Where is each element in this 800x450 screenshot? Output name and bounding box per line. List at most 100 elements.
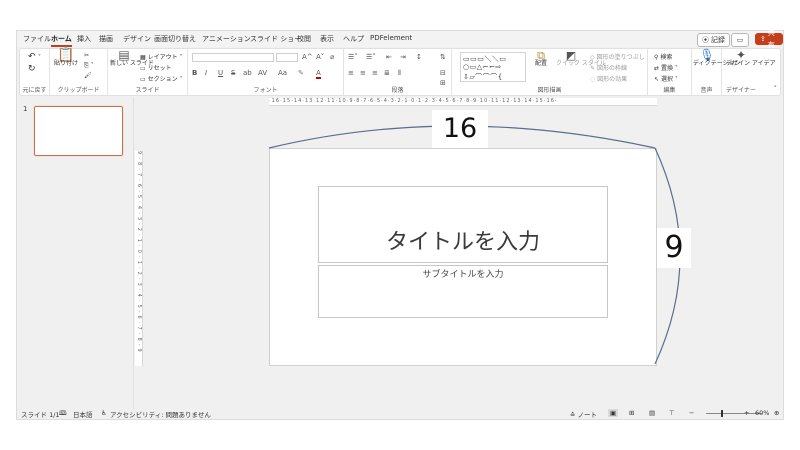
highlight-icon[interactable]: ✎ bbox=[298, 69, 304, 77]
tab-transitions[interactable]: 画面切り替え bbox=[154, 34, 196, 44]
subtitle-placeholder[interactable]: サブタイトルを入力 bbox=[318, 265, 608, 318]
font-color-button[interactable]: A bbox=[316, 69, 321, 79]
powerpoint-window: ファイル ホーム 挿入 描画 デザイン 画面切り替え アニメーション スライド … bbox=[16, 29, 784, 420]
char-spacing-button[interactable]: AV bbox=[258, 69, 267, 77]
share-button[interactable]: ⇪ 共有 bbox=[755, 29, 783, 49]
clipboard-group-label: クリップボード bbox=[57, 87, 100, 94]
shadow-button[interactable]: ab bbox=[243, 69, 252, 77]
quick-styles-icon: ◩ bbox=[565, 49, 577, 62]
tab-review[interactable]: 校閲 bbox=[297, 34, 311, 44]
justify-icon[interactable]: ≣ bbox=[384, 69, 390, 77]
zoom-slider-thumb[interactable] bbox=[721, 410, 723, 417]
text-direction-icon[interactable]: ⇅ bbox=[440, 53, 446, 61]
strikethrough-button[interactable]: S bbox=[231, 69, 235, 77]
find-button[interactable]: ⚲ 検索 bbox=[654, 52, 672, 61]
font-size-input[interactable] bbox=[276, 53, 298, 62]
quick-styles-button[interactable]: ◩ クイック スタイル bbox=[556, 49, 606, 67]
copy-icon[interactable]: ⎘ ˅ bbox=[84, 62, 94, 70]
zoom-out-icon[interactable]: − bbox=[689, 409, 694, 417]
section-button[interactable]: ▭ セクション ˅ bbox=[140, 74, 183, 83]
font-grow-button[interactable]: A^ bbox=[302, 53, 313, 61]
bullets-icon[interactable]: ☰˅ bbox=[348, 53, 358, 61]
normal-view-icon[interactable]: ▣ bbox=[608, 409, 619, 417]
line-spacing-icon[interactable]: ↕ bbox=[416, 53, 422, 61]
shapes-gallery[interactable]: ▭▭▭＼＼▭ ○▭△⌐⌐⇨ ⇩▱⌒⌒⌒{ bbox=[460, 52, 526, 82]
reset-button[interactable]: ▭ リセット bbox=[140, 63, 172, 72]
undo-icon[interactable]: ↶ bbox=[28, 52, 36, 62]
zoom-slider[interactable] bbox=[706, 413, 762, 414]
align-text-icon[interactable]: ⊟ bbox=[440, 69, 446, 77]
tab-draw[interactable]: 描画 bbox=[99, 34, 113, 44]
increase-indent-icon[interactable]: ⇥ bbox=[400, 53, 406, 61]
language-indicator[interactable]: 日本語 bbox=[73, 409, 93, 419]
comments-button[interactable]: ▭ bbox=[731, 33, 749, 47]
font-group-label: フォント bbox=[253, 87, 278, 94]
columns-icon[interactable]: ⫴ bbox=[398, 69, 401, 78]
ribbon: ↶ ˅ ↻ 元に戻す 📋 貼り付け ✂ ⎘ ˅ 🖌 クリップボード ▤ 新しい … bbox=[19, 48, 781, 96]
zoom-in-icon[interactable]: + bbox=[744, 409, 749, 417]
change-case-button[interactable]: Aa bbox=[278, 69, 287, 77]
slides-group-label: スライド bbox=[135, 87, 160, 94]
book-icon[interactable]: 🕮 bbox=[59, 409, 67, 420]
replace-icon: ⇄ bbox=[654, 65, 661, 72]
format-painter-icon[interactable]: 🖌 bbox=[84, 72, 92, 79]
voice-group: 🎙 ディクテーション 音声 bbox=[692, 49, 740, 95]
find-label: 検索 bbox=[660, 54, 673, 61]
font-name-input[interactable] bbox=[192, 53, 274, 62]
shape-fill-button[interactable]: ◇ 図形の塗りつぶし bbox=[590, 52, 645, 61]
tab-home[interactable]: ホーム bbox=[51, 34, 72, 47]
reading-view-icon[interactable]: ▤ bbox=[649, 409, 655, 417]
accessibility-icon[interactable]: ♿ bbox=[101, 409, 107, 417]
pane-divider[interactable] bbox=[133, 97, 134, 409]
slide-sorter-icon[interactable]: ⊞ bbox=[629, 409, 634, 417]
paste-button[interactable]: 📋 貼り付け bbox=[53, 48, 79, 67]
notes-button[interactable]: ≙ ノート bbox=[570, 409, 597, 419]
tab-insert[interactable]: 挿入 bbox=[77, 34, 91, 44]
zoom-level[interactable]: 60% bbox=[755, 409, 769, 417]
font-shrink-button[interactable]: A˅ bbox=[316, 53, 324, 61]
clipboard-group: 📋 貼り付け ✂ ⎘ ˅ 🖌 クリップボード bbox=[50, 48, 108, 95]
tab-pdfelement[interactable]: PDFelement bbox=[370, 34, 412, 42]
undo-dropdown-icon[interactable]: ˅ bbox=[38, 54, 41, 61]
dictate-button[interactable]: 🎙 ディクテーション bbox=[693, 49, 740, 67]
cut-icon[interactable]: ✂ bbox=[84, 52, 89, 59]
decrease-indent-icon[interactable]: ⇤ bbox=[386, 53, 392, 61]
shape-outline-label: 図形の枠線 bbox=[596, 65, 627, 72]
layout-button[interactable]: ▦ レイアウト ˅ bbox=[140, 52, 183, 61]
slideshow-icon[interactable]: ⊤ bbox=[669, 409, 675, 417]
collapse-ribbon-icon[interactable]: ˅ bbox=[774, 85, 778, 93]
tab-help[interactable]: ヘルプ bbox=[343, 34, 364, 44]
shapes-row-3-icon: ⇩▱⌒⌒⌒{ bbox=[463, 73, 503, 81]
slide-thumbnail[interactable] bbox=[33, 105, 124, 157]
section-label: セクション bbox=[147, 76, 178, 83]
clear-format-icon[interactable]: ⌀ bbox=[330, 53, 334, 61]
tab-view[interactable]: 表示 bbox=[320, 34, 334, 44]
tab-slideshow[interactable]: スライド ショー bbox=[250, 34, 301, 44]
tab-animations[interactable]: アニメーション bbox=[202, 34, 251, 44]
replace-button[interactable]: ⇄ 置換 ˅ bbox=[654, 63, 678, 72]
slide-canvas[interactable]: タイトルを入力 サブタイトルを入力 bbox=[269, 148, 657, 366]
numbering-icon[interactable]: ☰˅ bbox=[366, 53, 376, 61]
shape-outline-button[interactable]: ✎ 図形の枠線 bbox=[590, 63, 627, 72]
arrange-label: 配置 bbox=[534, 60, 547, 67]
align-right-icon[interactable]: ≡ bbox=[372, 69, 378, 77]
tab-file[interactable]: ファイル bbox=[23, 34, 51, 44]
align-left-icon[interactable]: ≡ bbox=[348, 69, 354, 77]
align-center-icon[interactable]: ≡ bbox=[360, 69, 366, 77]
record-button[interactable]: ⦿ 記録 bbox=[697, 33, 730, 47]
underline-button[interactable]: U bbox=[218, 69, 223, 77]
bold-button[interactable]: B bbox=[192, 69, 197, 77]
title-placeholder[interactable]: タイトルを入力 bbox=[318, 186, 608, 263]
tab-design[interactable]: デザイン bbox=[123, 34, 151, 44]
select-button[interactable]: ↖ 選択 ˅ bbox=[654, 74, 678, 83]
redo-icon[interactable]: ↻ bbox=[28, 64, 36, 74]
fit-to-window-icon[interactable]: ⊕ bbox=[774, 409, 779, 417]
design-ideas-button[interactable]: ✦ デザイン アイデア bbox=[726, 49, 776, 67]
italic-button[interactable]: I bbox=[205, 69, 207, 77]
thumbnail-number: 1 bbox=[23, 105, 28, 113]
arrange-button[interactable]: ⧉ 配置 bbox=[530, 50, 552, 67]
shape-effects-button[interactable]: ◌ 図形の効果 bbox=[590, 74, 627, 83]
accessibility-status[interactable]: アクセシビリティ: 問題ありません bbox=[110, 409, 211, 419]
design-ideas-label: デザイン アイデア bbox=[726, 60, 776, 67]
new-slide-button[interactable]: ▤ 新しい スライド bbox=[110, 49, 154, 67]
